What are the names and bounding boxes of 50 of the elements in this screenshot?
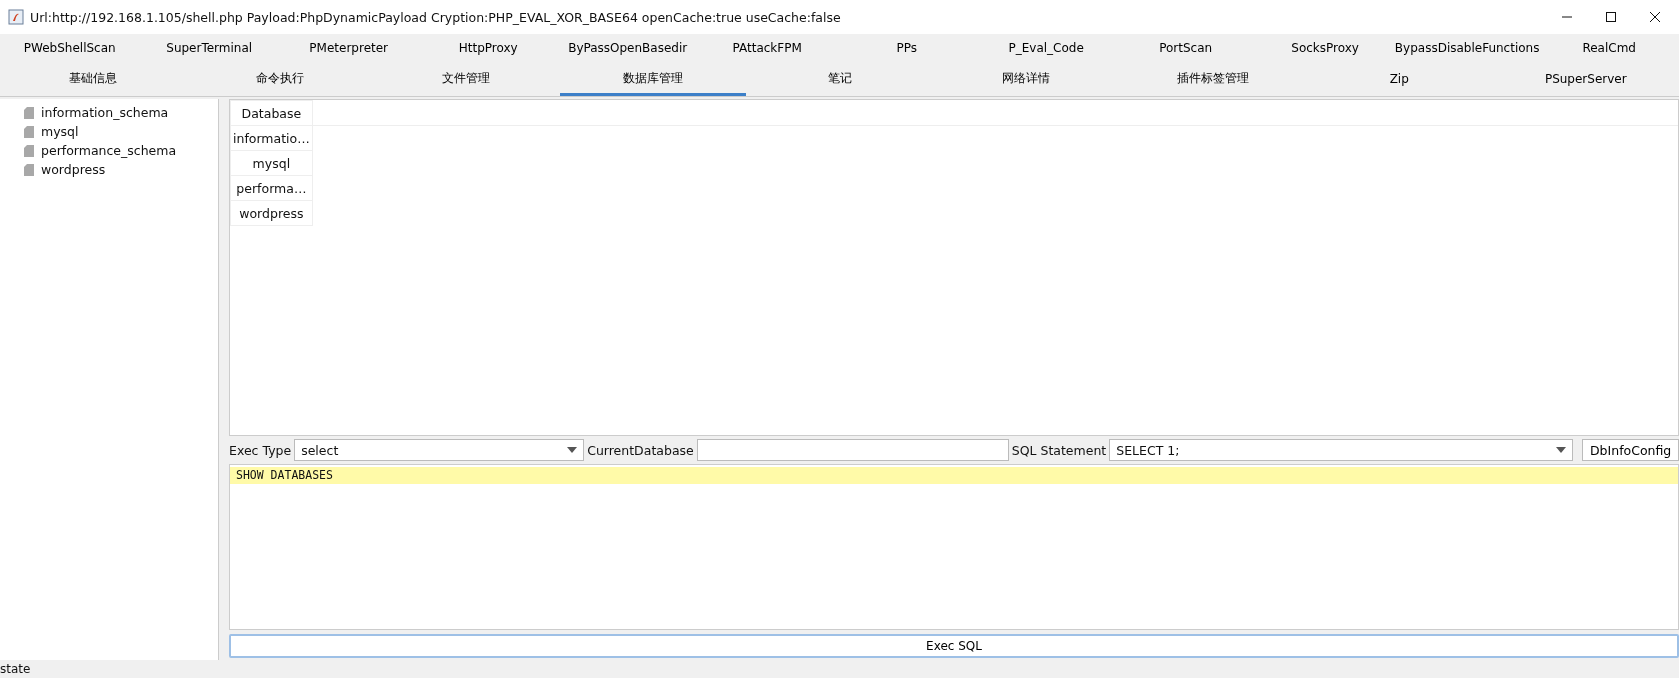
tab[interactable]: 基础信息 (0, 64, 187, 96)
tree-item[interactable]: mysql (41, 124, 79, 139)
caret-icon (1556, 447, 1567, 453)
exec-sql-button[interactable]: Exec SQL (229, 634, 1679, 658)
table-cell: mysql (230, 150, 313, 176)
close-icon[interactable] (1649, 11, 1661, 23)
current-database-label: CurrentDatabase (587, 442, 694, 458)
tree-item[interactable]: performance_schema (41, 143, 177, 158)
tab[interactable]: 文件管理 (373, 64, 560, 96)
plugin-tab[interactable]: SuperTerminal (139, 34, 279, 64)
file-icon (24, 144, 34, 157)
tab[interactable]: 命令执行 (186, 64, 374, 96)
maximize-icon[interactable] (1605, 11, 1617, 23)
tree-item[interactable]: information_schema (41, 105, 169, 120)
file-icon (24, 163, 34, 176)
tab[interactable]: 笔记 (746, 64, 933, 96)
exec-type-dropdown[interactable]: select (294, 439, 585, 461)
exec-type-label: Exec Type (229, 442, 292, 458)
plugin-tab[interactable]: RealCmd (1539, 34, 1679, 64)
plugin-tab[interactable]: BypassDisableFunctions (1394, 34, 1540, 64)
plugin-tab[interactable]: HttpProxy (418, 34, 558, 64)
table-cell: wordpress (230, 200, 313, 226)
tab[interactable]: 插件标签管理 (1119, 64, 1306, 96)
current-database-field[interactable] (696, 439, 1009, 461)
plugin-tab[interactable]: ByPassOpenBasedir (557, 34, 698, 64)
plugin-tab[interactable]: PWebShellScan (0, 34, 140, 64)
plugin-tab[interactable]: PPs (836, 34, 977, 64)
plugin-tab[interactable]: PortScan (1115, 34, 1256, 64)
file-icon (24, 125, 34, 138)
tree-item[interactable]: wordpress (41, 162, 106, 177)
window-title: Url:http://192.168.1.105/shell.php Payload:PhpDynamicPayload Cryption:PHP_EVAL_XOR_BASE64 openCache:true useCache:false (30, 9, 842, 25)
caret-icon (567, 447, 578, 453)
tab[interactable]: Zip (1305, 64, 1493, 96)
table-cell: informatio… (230, 125, 313, 151)
file-icon (24, 106, 34, 119)
tab[interactable]: PSuperServer (1492, 64, 1679, 96)
sql-statement-label: SQL Statement (1011, 442, 1107, 458)
tab[interactable]: 数据库管理 (559, 64, 747, 96)
plugin-tab[interactable]: PMeterpreter (278, 34, 419, 64)
db-info-config-button[interactable]: DbInfoConfig (1582, 439, 1679, 461)
plugin-tab[interactable]: PAttackFPM (697, 34, 837, 64)
status-text: state (0, 662, 31, 676)
app-icon (8, 9, 24, 25)
plugin-tab[interactable]: P_Eval_Code (976, 34, 1116, 64)
column-header[interactable]: Database (230, 100, 313, 126)
tab[interactable]: 网络详情 (932, 64, 1120, 96)
sql-statement-dropdown[interactable]: SELECT 1; (1109, 439, 1574, 461)
plugin-tab[interactable]: SocksProxy (1255, 34, 1395, 64)
sql-editor[interactable]: SHOW DATABASES (229, 464, 1679, 630)
table-cell: performa… (230, 175, 313, 201)
